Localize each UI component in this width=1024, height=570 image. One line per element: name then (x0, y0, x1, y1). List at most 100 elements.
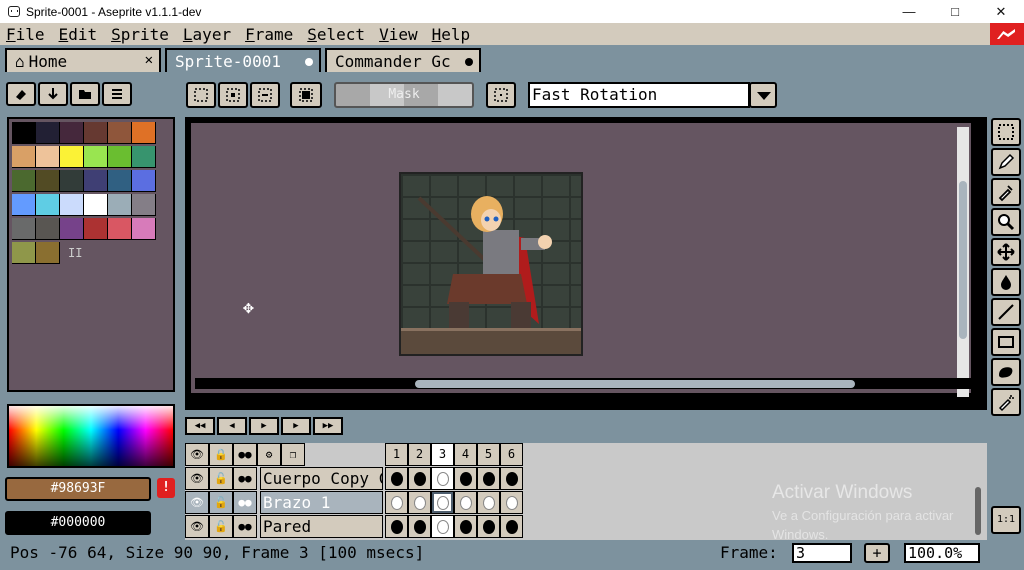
next-frame-icon[interactable]: ▶ (281, 417, 311, 435)
menu-view[interactable]: View (379, 25, 418, 44)
timeline-cel[interactable] (408, 491, 431, 514)
palette-swatch[interactable] (108, 194, 132, 216)
palette-swatch[interactable] (132, 146, 156, 168)
lock-icon[interactable]: 🔓 (209, 467, 233, 490)
zoom-one-to-one-button[interactable]: 1:1 (991, 506, 1021, 534)
layer-name[interactable]: Pared (260, 515, 383, 538)
timeline-cel[interactable] (477, 491, 500, 514)
menu-layer[interactable]: Layer (183, 25, 231, 44)
palette-swatch[interactable] (132, 194, 156, 216)
previous-frame-icon[interactable]: ◀ (217, 417, 247, 435)
palette-swatch[interactable] (108, 122, 132, 144)
tab-close-icon[interactable]: ✕ (145, 52, 153, 68)
continuous-header-icon[interactable]: ●● (233, 443, 257, 466)
rectangle-tool[interactable] (991, 328, 1021, 356)
palette-options-button[interactable] (102, 82, 132, 106)
timeline-cel[interactable] (408, 515, 431, 538)
timeline-cel[interactable] (431, 491, 454, 514)
contour-tool[interactable] (991, 358, 1021, 386)
palette-swatch[interactable] (36, 170, 60, 192)
warning-icon[interactable]: ! (157, 478, 175, 498)
timeline-cel[interactable] (431, 467, 454, 490)
dropdown-arrow-icon[interactable] (749, 82, 777, 108)
palette-swatch[interactable] (60, 218, 84, 240)
timeline-cel[interactable] (477, 515, 500, 538)
tab-sprite-0001[interactable]: Sprite-0001 (165, 48, 321, 72)
lock-icon[interactable]: 🔓 (209, 515, 233, 538)
palette-swatch[interactable] (84, 194, 108, 216)
palette-swatch[interactable] (36, 146, 60, 168)
eye-icon[interactable]: 👁 (185, 467, 209, 490)
palette-swatch[interactable] (132, 170, 156, 192)
timeline-cel[interactable] (431, 515, 454, 538)
palette-swatch[interactable] (12, 122, 36, 144)
timeline-cel[interactable] (500, 467, 523, 490)
horizontal-scrollbar[interactable] (415, 380, 855, 388)
selection-replace-button[interactable] (186, 82, 216, 108)
timeline-cel[interactable] (385, 515, 408, 538)
background-color-field[interactable]: #000000 (5, 511, 151, 535)
frame-header-4[interactable]: 4 (454, 443, 477, 466)
palette-swatch[interactable] (60, 146, 84, 168)
pencil-tool[interactable] (991, 148, 1021, 176)
frame-header-3[interactable]: 3 (431, 443, 454, 466)
rotation-algorithm-select[interactable]: Fast Rotation (528, 82, 750, 108)
timeline-cel[interactable] (454, 515, 477, 538)
aseprite-logo-icon[interactable] (990, 23, 1024, 47)
palette-edit-button[interactable] (6, 82, 36, 106)
palette-swatch[interactable] (36, 218, 60, 240)
continuous-icon[interactable]: ●● (233, 515, 257, 538)
last-frame-icon[interactable]: ▶▶ (313, 417, 343, 435)
timeline-cel[interactable] (385, 467, 408, 490)
pivot-button[interactable] (486, 82, 516, 108)
eye-icon[interactable]: 👁 (185, 491, 209, 514)
palette-swatch[interactable] (36, 242, 60, 264)
line-tool[interactable] (991, 298, 1021, 326)
maximize-icon[interactable]: □ (932, 0, 978, 23)
lock-header-icon[interactable]: 🔒 (209, 443, 233, 466)
minimize-icon[interactable]: — (886, 0, 932, 23)
sprite-editor[interactable]: ✥ (185, 117, 987, 410)
selection-add-button[interactable] (218, 82, 248, 108)
palette-swatch[interactable] (12, 194, 36, 216)
timeline-cel[interactable] (500, 515, 523, 538)
tab-home[interactable]: ⌂ Home ✕ (5, 48, 161, 72)
palette-folder-button[interactable] (70, 82, 100, 106)
palette-swatch[interactable] (84, 122, 108, 144)
rectangular-marquee-tool[interactable] (991, 118, 1021, 146)
foreground-color-field[interactable]: #98693F (5, 477, 151, 501)
lock-icon[interactable]: 🔓 (209, 491, 233, 514)
frame-header-2[interactable]: 2 (408, 443, 431, 466)
menu-help[interactable]: Help (432, 25, 471, 44)
palette-swatch[interactable] (84, 170, 108, 192)
tab-commander[interactable]: Commander Gc (325, 48, 481, 72)
close-icon[interactable]: ✕ (978, 0, 1024, 23)
timeline-cel[interactable] (500, 491, 523, 514)
menu-frame[interactable]: Frame (245, 25, 293, 44)
palette-swatch[interactable] (84, 218, 108, 240)
timeline-cel[interactable] (408, 467, 431, 490)
canvas-area[interactable]: ✥ (191, 123, 975, 397)
palette-swatch[interactable] (132, 122, 156, 144)
palette-swatch[interactable] (60, 122, 84, 144)
layer-name[interactable]: Cuerpo Copy C (260, 467, 383, 490)
palette-swatch[interactable] (132, 218, 156, 240)
menu-sprite[interactable]: Sprite (111, 25, 169, 44)
onion-skin-icon[interactable]: ❐ (281, 443, 305, 466)
first-frame-icon[interactable]: ◀◀ (185, 417, 215, 435)
palette-swatch[interactable] (36, 122, 60, 144)
palette-swatch[interactable] (60, 194, 84, 216)
vertical-scrollbar[interactable] (959, 181, 967, 339)
paint-bucket-tool[interactable] (991, 268, 1021, 296)
frame-header-6[interactable]: 6 (500, 443, 523, 466)
gear-icon[interactable]: ⚙ (257, 443, 281, 466)
palette-sort-button[interactable] (38, 82, 68, 106)
timeline-cel[interactable] (385, 491, 408, 514)
move-tool[interactable] (991, 238, 1021, 266)
eye-header-icon[interactable]: 👁 (185, 443, 209, 466)
menu-edit[interactable]: Edit (59, 25, 98, 44)
sprite-canvas[interactable] (399, 172, 583, 356)
continuous-icon[interactable]: ●● (233, 467, 257, 490)
color-spectrum[interactable] (7, 404, 175, 468)
palette-swatch[interactable] (36, 194, 60, 216)
